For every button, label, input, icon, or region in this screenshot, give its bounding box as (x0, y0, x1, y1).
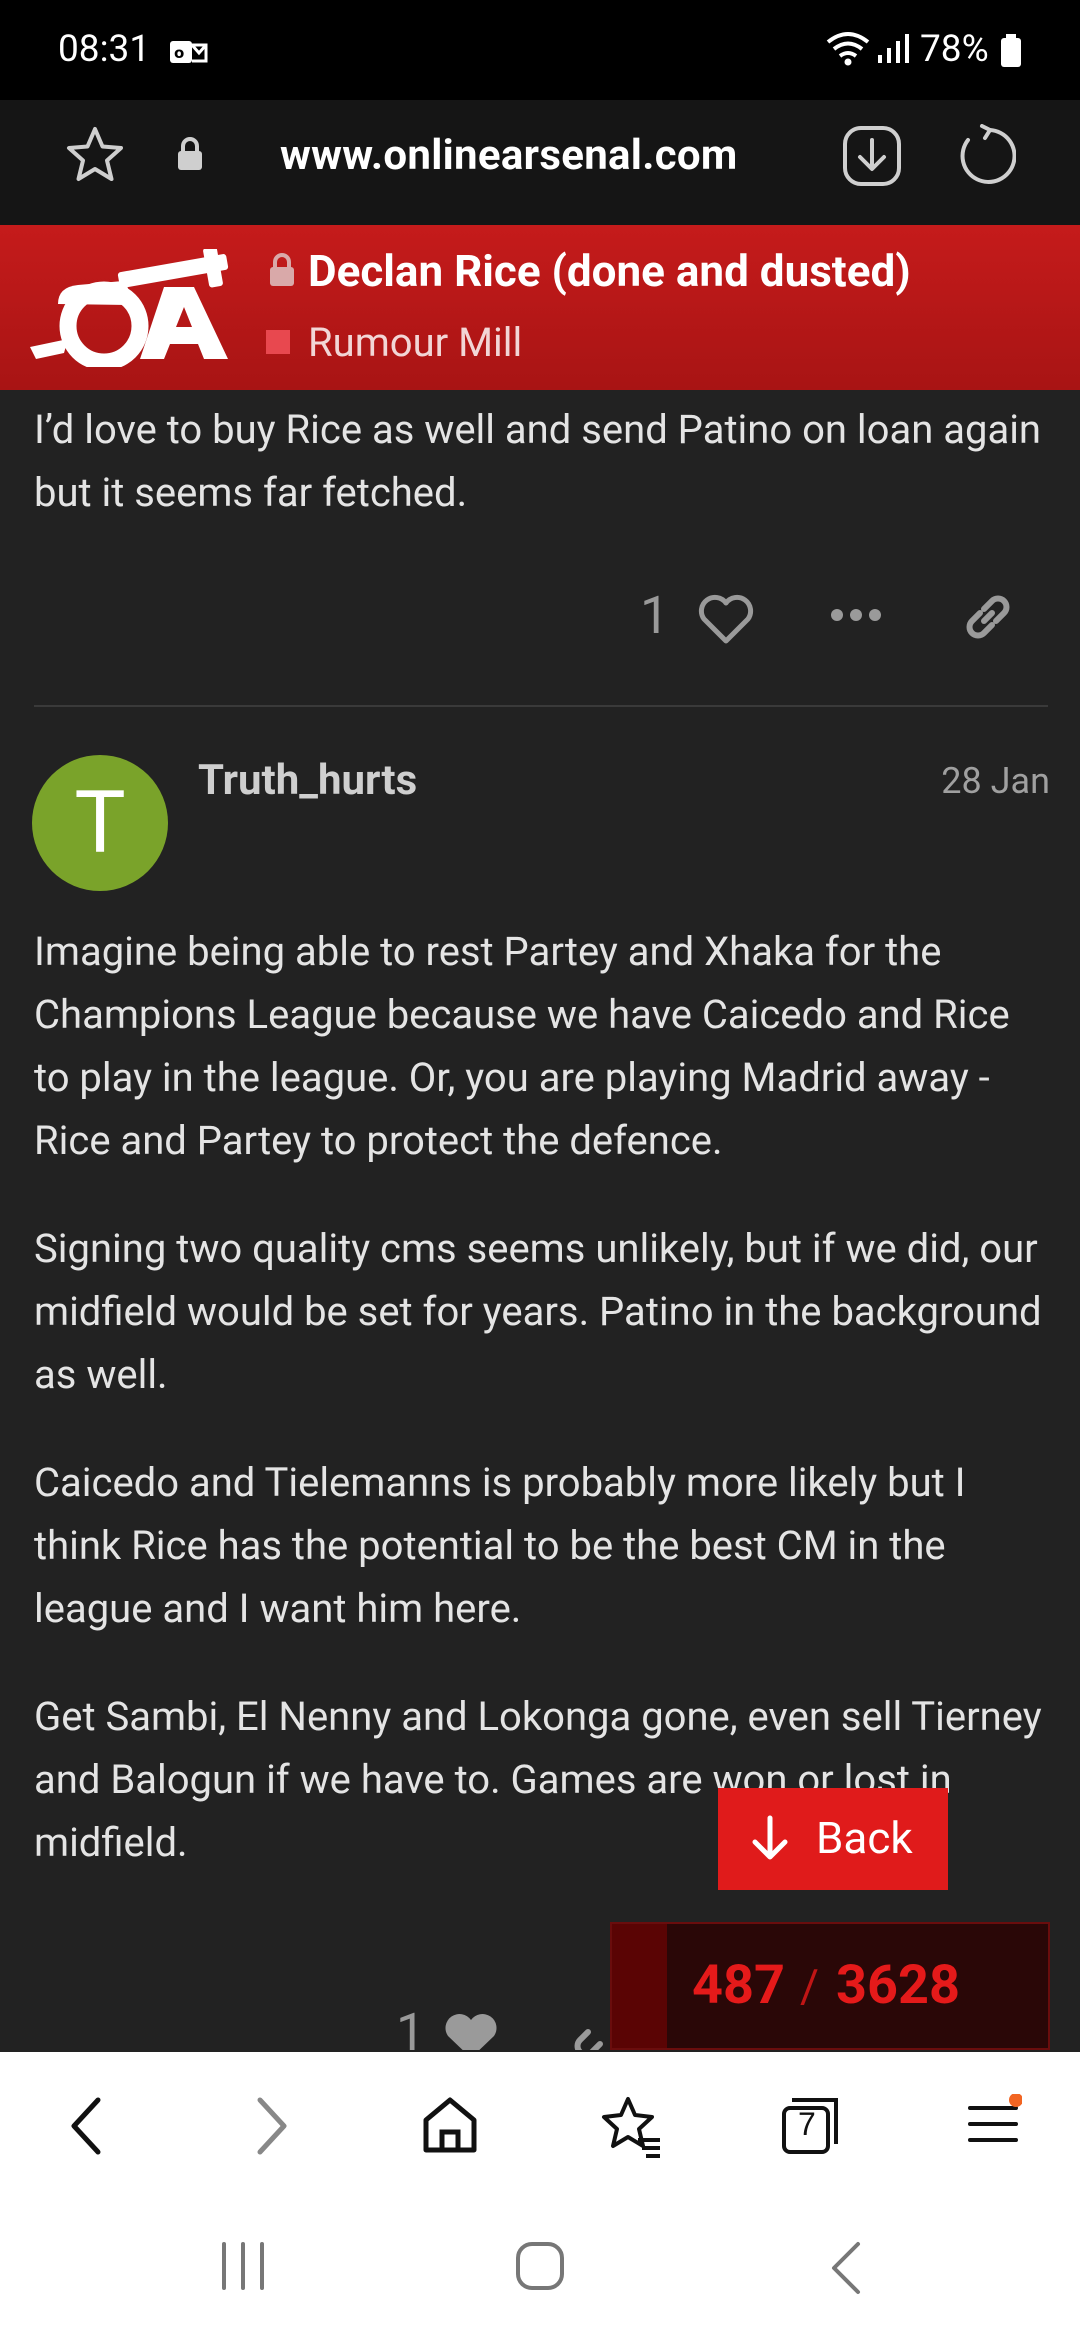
bookmark-star-icon[interactable] (64, 124, 126, 190)
browser-url-bar: www.onlinearsenal.com (0, 100, 1080, 225)
post-like-heart-icon[interactable] (442, 2010, 500, 2050)
post-divider (34, 705, 1048, 707)
home-icon[interactable] (420, 2094, 480, 2160)
browser-bottom-nav: 7 (0, 2052, 1080, 2202)
signal-icon (876, 32, 912, 75)
previous-post-paragraph: I’d love to buy Rice as well and send Pa… (34, 406, 1042, 516)
bookmarks-icon[interactable] (598, 2094, 662, 2162)
progress-total: 3628 (836, 1954, 960, 2017)
wifi-icon (826, 30, 870, 76)
progress-fill (612, 1924, 667, 2048)
battery-percent: 78% (920, 28, 989, 71)
topic-header: Declan Rice (done and dusted) Rumour Mil… (0, 225, 1080, 390)
status-time: 08:31 (58, 28, 151, 71)
status-bar: 08:31 o 78% (0, 0, 1080, 100)
tab-count: 7 (798, 2106, 816, 2142)
url-text[interactable]: www.onlinearsenal.com (280, 131, 738, 180)
site-logo[interactable] (28, 246, 248, 371)
post-paragraph: Signing two quality cms seems unlikely, … (34, 1225, 1042, 1398)
category-name[interactable]: Rumour Mill (308, 319, 522, 366)
system-back-icon[interactable] (828, 2240, 864, 2300)
post-date[interactable]: 28 Jan (941, 760, 1050, 802)
post-like-count: 1 (396, 2002, 426, 2050)
reload-icon[interactable] (954, 124, 1017, 192)
topic-progress[interactable]: 487 / 3628 (610, 1922, 1050, 2050)
progress-current: 487 (692, 1954, 785, 2017)
previous-post-text: I’d love to buy Rice as well and send Pa… (34, 398, 1054, 524)
home-button-icon[interactable] (514, 2240, 566, 2296)
post-author[interactable]: Truth_hurts (198, 756, 417, 805)
category-color-badge (266, 330, 290, 354)
forward-nav-icon[interactable] (252, 2094, 292, 2162)
back-button[interactable]: Back (718, 1788, 948, 1890)
post-paragraph: Imagine being able to rest Partey and Xh… (34, 928, 1010, 1164)
like-heart-icon[interactable] (698, 593, 754, 649)
tabs-icon[interactable]: 7 (780, 2094, 842, 2160)
battery-icon (1000, 34, 1022, 78)
share-link-icon[interactable] (958, 587, 1018, 651)
like-count: 1 (640, 585, 670, 646)
system-nav-bar (0, 2202, 1080, 2340)
progress-separator: / (800, 1960, 819, 2014)
topic-title[interactable]: Declan Rice (done and dusted) (308, 245, 911, 297)
svg-text:o: o (174, 44, 184, 62)
previous-post-actions: 1 (0, 585, 1080, 685)
topic-lock-icon (266, 253, 298, 291)
recent-apps-icon[interactable] (218, 2240, 268, 2296)
post-actions: 1 (0, 2002, 603, 2050)
back-nav-icon[interactable] (66, 2094, 106, 2162)
more-options-icon[interactable] (830, 607, 882, 627)
avatar[interactable]: T (32, 755, 168, 891)
back-button-label: Back (816, 1812, 913, 1864)
post-body: Imagine being able to rest Partey and Xh… (34, 920, 1054, 1919)
menu-icon[interactable] (966, 2093, 1023, 2154)
lock-icon[interactable] (175, 136, 205, 176)
post-paragraph: Caicedo and Tielemanns is probably more … (34, 1459, 966, 1632)
notification-icon: o (168, 34, 208, 77)
download-icon[interactable] (842, 125, 902, 191)
arrow-down-icon (750, 1814, 790, 1873)
